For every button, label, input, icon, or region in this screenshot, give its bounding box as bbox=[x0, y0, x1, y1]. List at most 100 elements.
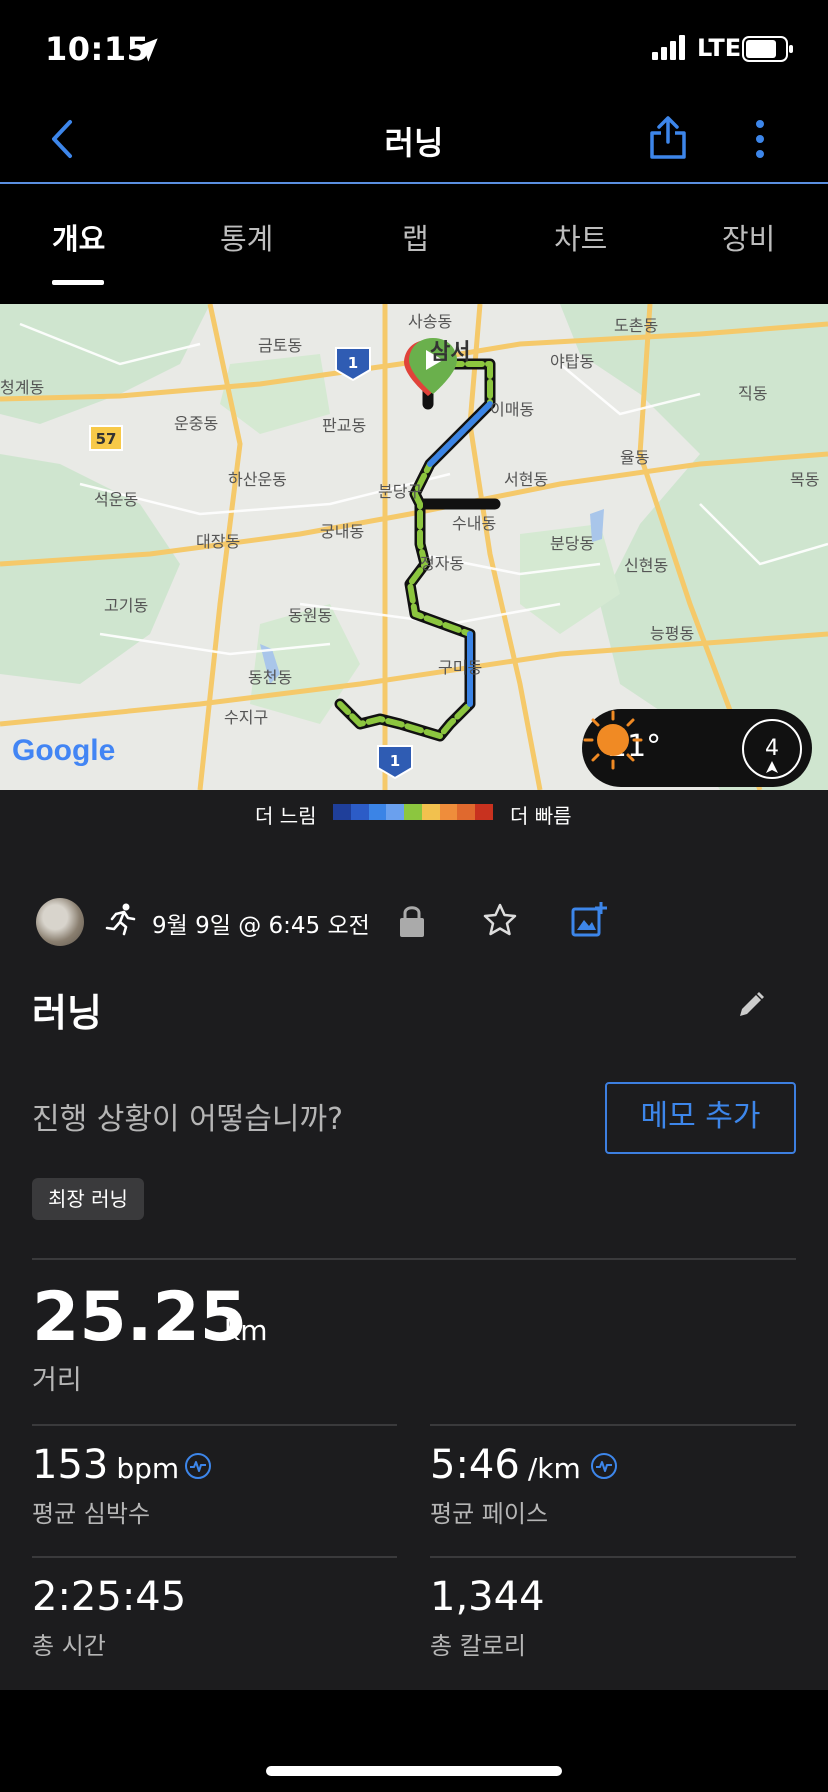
more-vertical-icon[interactable] bbox=[752, 118, 768, 160]
svg-text:1: 1 bbox=[390, 752, 400, 770]
avatar[interactable] bbox=[36, 898, 84, 946]
heart-rate-info-icon[interactable] bbox=[184, 1452, 212, 1480]
tab-charts[interactable]: 차트 bbox=[554, 216, 607, 258]
activity-title: 러닝 bbox=[32, 991, 102, 1035]
map-label: 신현동 bbox=[624, 556, 669, 575]
pace-label: 평균 페이스 bbox=[430, 1500, 549, 1528]
legend-fast-label: 더 빠름 bbox=[510, 804, 572, 828]
wind-indicator: 4 bbox=[742, 719, 802, 779]
divider bbox=[32, 1556, 397, 1558]
map-label: 궁내동 bbox=[320, 522, 365, 541]
legend-swatch bbox=[368, 804, 387, 820]
map-label: 석운동 bbox=[94, 490, 139, 509]
sun-icon bbox=[583, 710, 643, 770]
legend-slow-label: 더 느림 bbox=[255, 804, 317, 828]
pace-legend: 더 느림 더 빠름 bbox=[0, 790, 828, 838]
legend-swatch bbox=[421, 804, 440, 820]
total-time-value: 2:25:45 bbox=[32, 1574, 187, 1620]
map-label: 판교동 bbox=[322, 416, 367, 435]
route-map[interactable]: 1 57 1 사송동 도촌동 금토동 야탑동 청계동 이매동 직동 운중동 판교… bbox=[0, 304, 828, 790]
map-label: 율동 bbox=[620, 448, 650, 467]
distance-value: 25.25 bbox=[32, 1278, 248, 1357]
tab-overview[interactable]: 개요 bbox=[52, 216, 105, 258]
calories-label: 총 칼로리 bbox=[430, 1632, 526, 1660]
map-label: 직동 bbox=[738, 384, 768, 403]
heart-rate-value: 153 bpm bbox=[32, 1442, 180, 1488]
legend-swatch bbox=[386, 804, 405, 820]
map-label: 금토동 bbox=[258, 336, 303, 355]
total-time-label: 총 시간 bbox=[32, 1632, 106, 1660]
home-area bbox=[0, 1722, 828, 1792]
legend-swatch bbox=[350, 804, 369, 820]
page-title: 러닝 bbox=[384, 124, 444, 162]
activity-panel: 9월 9일 @ 6:45 오전 러닝 진행 상황이 어떻습니까? 메모 추가 최… bbox=[0, 838, 828, 1690]
divider bbox=[32, 1258, 796, 1260]
map-label: 분당동 bbox=[550, 534, 595, 553]
svg-text:57: 57 bbox=[96, 430, 117, 448]
map-label: 운중동 bbox=[174, 414, 219, 433]
map-label: 삼서 bbox=[430, 340, 471, 365]
calories-value: 1,344 bbox=[430, 1574, 545, 1620]
legend-swatch bbox=[404, 804, 422, 820]
map-label: 수내동 bbox=[452, 514, 497, 533]
pace-info-icon[interactable] bbox=[590, 1452, 618, 1480]
nav-bar: 러닝 bbox=[0, 96, 828, 184]
legend-color-scale bbox=[333, 804, 494, 820]
share-icon[interactable] bbox=[648, 114, 688, 160]
weather-widget: 21° 4 bbox=[582, 709, 812, 787]
home-indicator[interactable] bbox=[266, 1766, 562, 1776]
tab-bar: 개요 통계 랩 차트 장비 bbox=[0, 186, 828, 288]
map-label: 고기동 bbox=[104, 596, 149, 615]
distance-label: 거리 bbox=[32, 1365, 82, 1396]
map-label: 능평동 bbox=[650, 624, 695, 643]
highway-shield: 1 bbox=[335, 347, 371, 382]
status-bar: 10:15 LTE bbox=[0, 0, 828, 96]
battery-icon bbox=[742, 36, 793, 62]
map-label: 정자동 bbox=[420, 554, 465, 573]
tab-gear[interactable]: 장비 bbox=[722, 216, 775, 258]
map-label: 이매동 bbox=[490, 400, 535, 419]
map-label: 동천동 bbox=[248, 668, 293, 687]
map-label: 목동 bbox=[790, 470, 820, 489]
heart-rate-label: 평균 심박수 bbox=[32, 1500, 151, 1528]
legend-swatch bbox=[333, 804, 351, 820]
activity-date: 9월 9일 @ 6:45 오전 bbox=[152, 913, 370, 939]
map-label: 청계동 bbox=[0, 378, 45, 397]
highway-shield: 57 bbox=[89, 425, 123, 451]
map-label: 구미동 bbox=[438, 658, 483, 677]
map-label: 하산운동 bbox=[228, 470, 287, 489]
add-memo-button[interactable]: 메모 추가 bbox=[605, 1082, 796, 1154]
record-badge: 최장 러닝 bbox=[32, 1178, 144, 1220]
add-photo-icon[interactable] bbox=[570, 900, 608, 938]
edit-pencil-icon[interactable] bbox=[736, 990, 766, 1020]
svg-text:1: 1 bbox=[348, 354, 358, 372]
map-label: 동원동 bbox=[288, 606, 333, 625]
star-icon[interactable] bbox=[482, 902, 518, 938]
active-tab-indicator bbox=[52, 280, 104, 285]
map-label: 야탑동 bbox=[550, 352, 595, 371]
legend-swatch bbox=[439, 804, 458, 820]
map-label: 서현동 bbox=[504, 470, 549, 489]
network-label: LTE bbox=[697, 34, 742, 62]
pace-value: 5:46/km bbox=[430, 1442, 581, 1488]
progress-prompt: 진행 상황이 어떻습니까? bbox=[32, 1102, 343, 1137]
map-label: 도촌동 bbox=[614, 316, 659, 335]
tab-laps[interactable]: 랩 bbox=[402, 216, 429, 258]
map-label: 분당구 bbox=[378, 482, 423, 501]
running-icon bbox=[105, 903, 136, 936]
divider bbox=[430, 1556, 796, 1558]
divider bbox=[32, 1424, 397, 1426]
divider bbox=[430, 1424, 796, 1426]
map-label: 사송동 bbox=[408, 312, 453, 331]
legend-swatch bbox=[475, 804, 494, 820]
signal-icon bbox=[652, 35, 685, 60]
map-label: 수지구 bbox=[224, 708, 269, 727]
wind-speed: 4 bbox=[765, 736, 779, 761]
legend-swatch bbox=[457, 804, 476, 820]
google-logo: Google bbox=[12, 734, 116, 767]
location-arrow-icon bbox=[134, 38, 158, 62]
tab-stats[interactable]: 통계 bbox=[220, 216, 273, 258]
map-label: 대장동 bbox=[196, 532, 241, 551]
lock-icon[interactable] bbox=[398, 904, 426, 938]
wind-direction-icon bbox=[766, 761, 778, 773]
